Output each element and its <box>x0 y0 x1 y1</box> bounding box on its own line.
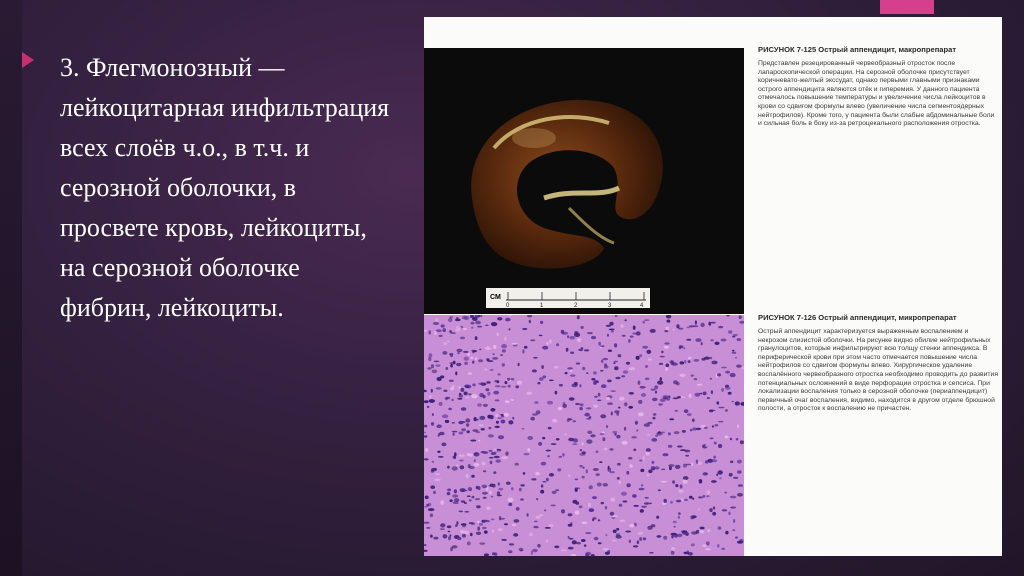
scale-cm-label: CM <box>490 294 501 301</box>
bullet-arrow-icon <box>22 52 34 68</box>
caption-fig-125: РИСУНОК 7-125 Острый аппендицит, макропр… <box>758 45 998 129</box>
histology-micro-photo <box>424 315 744 556</box>
top-pink-tab <box>880 0 934 14</box>
left-accent-bar <box>0 0 22 576</box>
caption-body-125: Представлен резецированный червеобразный… <box>758 60 995 128</box>
caption-title-125: РИСУНОК 7-125 Острый аппендицит, макропр… <box>758 45 957 54</box>
textbook-figure: CM 0 1 2 3 4 РИСУНОК 7-125 Острый аппенд… <box>424 17 1002 556</box>
caption-title-126: РИСУНОК 7-126 Острый аппендицит, микропр… <box>758 313 957 322</box>
appendix-specimen-image: CM 0 1 2 3 4 <box>471 99 663 309</box>
appendix-macro-photo: CM 0 1 2 3 4 <box>424 48 744 314</box>
caption-body-126: Острый аппендицит характеризуется выраже… <box>758 328 999 413</box>
slide-body-text: 3. Флегмонозный — лейкоцитарная инфильтр… <box>60 53 390 322</box>
histology-stain-image <box>424 315 744 556</box>
caption-fig-126: РИСУНОК 7-126 Острый аппендицит, микропр… <box>758 313 998 414</box>
